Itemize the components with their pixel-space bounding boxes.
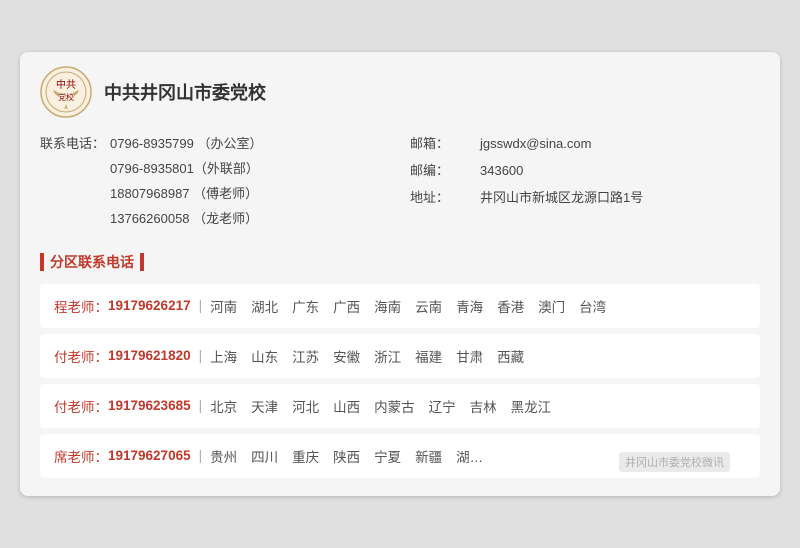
region-item: 青海 [456, 296, 483, 316]
region-cards-container: 程老师：19179626217 | 河南湖北广东广西海南云南青海香港澳门台湾付老师：… [20, 284, 780, 478]
phone-row-4: 13766260058 （龙老师） [40, 209, 390, 230]
section-title-bar-container: 分区联系电话 [20, 246, 780, 278]
teacher-name-2: 付老师： [54, 396, 108, 416]
region-item: 湖… [456, 446, 483, 466]
region-item: 福建 [415, 346, 442, 366]
region-item: 广东 [292, 296, 319, 316]
region-item: 河南 [210, 296, 237, 316]
regions-list-2: 北京天津河北山西内蒙古辽宁吉林黑龙江 [210, 396, 551, 416]
region-item: 台湾 [579, 296, 606, 316]
regions-list-3: 贵州四川重庆陕西宁夏新疆湖… [210, 446, 483, 466]
teacher-phone-2: 19179623685 [108, 398, 191, 413]
phone-label: 联系电话： [40, 134, 110, 155]
teacher-phone-1: 19179621820 [108, 348, 191, 363]
email-row: 邮箱： jgsswdx@sina.com [410, 134, 760, 155]
region-item: 云南 [415, 296, 442, 316]
divider-0: | [199, 298, 203, 313]
teacher-name-3: 席老师： [54, 446, 108, 466]
teacher-name-1: 付老师： [54, 346, 108, 366]
region-item: 黑龙江 [511, 396, 552, 416]
contact-left: 联系电话： 0796-8935799 （办公室） 0796-8935801（外联… [40, 134, 390, 233]
region-item: 重庆 [292, 446, 319, 466]
teacher-name-0: 程老师： [54, 296, 108, 316]
postcode-label: 邮编： [410, 161, 480, 182]
contact-right: 邮箱： jgsswdx@sina.com 邮编： 343600 地址： 井冈山市… [410, 134, 760, 233]
phone-indent [40, 159, 110, 180]
email-value: jgsswdx@sina.com [480, 134, 591, 155]
svg-text:中共: 中共 [56, 78, 76, 91]
postcode-value: 343600 [480, 161, 523, 182]
phone-4: 13766260058 （龙老师） [110, 209, 258, 230]
divider-3: | [199, 448, 203, 463]
phone-2: 0796-8935801（外联部） [110, 159, 259, 180]
org-name: 中共井冈山市委党校 [104, 79, 266, 105]
region-item: 内蒙古 [374, 396, 415, 416]
region-item: 湖北 [251, 296, 278, 316]
region-item: 香港 [497, 296, 524, 316]
regions-list-0: 河南湖北广东广西海南云南青海香港澳门台湾 [210, 296, 606, 316]
region-item: 天津 [251, 396, 278, 416]
address-row: 地址： 井冈山市新城区龙源口路1号 [410, 188, 760, 209]
region-item: 浙江 [374, 346, 401, 366]
region-card-0: 程老师：19179626217 | 河南湖北广东广西海南云南青海香港澳门台湾 [40, 284, 760, 328]
region-item: 安徽 [333, 346, 360, 366]
region-item: 北京 [210, 396, 237, 416]
region-item: 澳门 [538, 296, 565, 316]
region-item: 山东 [251, 346, 278, 366]
address-value: 井冈山市新城区龙源口路1号 [480, 188, 643, 209]
region-item: 宁夏 [374, 446, 401, 466]
address-label: 地址： [410, 188, 480, 209]
divider-1: | [199, 348, 203, 363]
svg-text:党校: 党校 [58, 92, 74, 102]
region-item: 甘肃 [456, 346, 483, 366]
region-item: 陕西 [333, 446, 360, 466]
region-item: 辽宁 [429, 396, 456, 416]
phone-indent2 [40, 184, 110, 205]
teacher-phone-3: 19179627065 [108, 448, 191, 463]
phone-row-1: 联系电话： 0796-8935799 （办公室） [40, 134, 390, 155]
region-card-1: 付老师：19179621820 | 上海山东江苏安徽浙江福建甘肃西藏 [40, 334, 760, 378]
region-item: 江苏 [292, 346, 319, 366]
region-item: 四川 [251, 446, 278, 466]
contact-grid: 联系电话： 0796-8935799 （办公室） 0796-8935801（外联… [20, 128, 780, 245]
region-card-3: 席老师：19179627065 | 贵州四川重庆陕西宁夏新疆湖… 井冈山市委党校微讯 [40, 434, 760, 478]
region-item: 河北 [292, 396, 319, 416]
region-card-2: 付老师：19179623685 | 北京天津河北山西内蒙古辽宁吉林黑龙江 [40, 384, 760, 428]
phone-3: 18807968987 （傅老师） [110, 184, 258, 205]
region-item: 山西 [333, 396, 360, 416]
email-label: 邮箱： [410, 134, 480, 155]
phone-1: 0796-8935799 （办公室） [110, 134, 262, 155]
region-item: 吉林 [470, 396, 497, 416]
region-item: 广西 [333, 296, 360, 316]
org-logo: 中共 党校 [40, 66, 92, 118]
teacher-phone-0: 19179626217 [108, 298, 191, 313]
region-item: 新疆 [415, 446, 442, 466]
region-item: 贵州 [210, 446, 237, 466]
section-title-text: 分区联系电话 [50, 252, 134, 272]
region-item: 上海 [210, 346, 237, 366]
postcode-row: 邮编： 343600 [410, 161, 760, 182]
watermark: 井冈山市委党校微讯 [619, 452, 730, 472]
main-card: 中共 党校 中共井冈山市委党校 联系电话： 0796-8935799 （办公室）… [20, 52, 780, 495]
region-item: 西藏 [497, 346, 524, 366]
phone-row-3: 18807968987 （傅老师） [40, 184, 390, 205]
phone-indent3 [40, 209, 110, 230]
divider-2: | [199, 398, 203, 413]
phone-row-2: 0796-8935801（外联部） [40, 159, 390, 180]
title-left-bar [40, 253, 44, 271]
region-item: 海南 [374, 296, 401, 316]
regions-list-1: 上海山东江苏安徽浙江福建甘肃西藏 [210, 346, 524, 366]
title-right-bar [140, 253, 144, 271]
header: 中共 党校 中共井冈山市委党校 [20, 52, 780, 128]
